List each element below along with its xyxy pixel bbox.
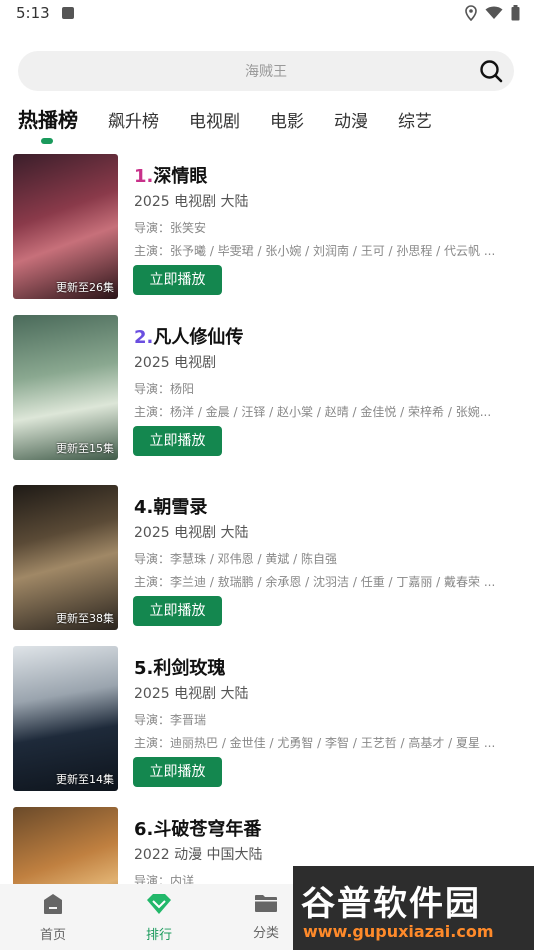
watermark-url: www.gupuxiazai.com xyxy=(303,922,494,941)
search-icon[interactable] xyxy=(478,58,504,84)
item-director: 导演：杨阳 xyxy=(134,382,195,396)
item-title: 5.利剑玫瑰 xyxy=(134,654,225,680)
diamond-icon xyxy=(147,894,171,914)
play-button[interactable]: 立即播放 xyxy=(133,426,222,456)
list-item[interactable]: 更新至26集 1.深情眼 2025 电视剧 大陆 导演：张笑安 主演：张予曦 /… xyxy=(0,154,534,300)
rank-number: 4. xyxy=(134,497,154,518)
poster-image[interactable]: 更新至38集 xyxy=(13,485,118,630)
status-bar: 5:13 xyxy=(0,0,534,28)
watermark-text: 谷普软件园 xyxy=(301,884,481,924)
rank-number: 5. xyxy=(134,658,154,679)
item-director: 导演：张笑安 xyxy=(134,221,207,235)
item-director: 导演：李慧珠 / 邓伟恩 / 黄斌 / 陈自强 xyxy=(134,552,338,566)
tab-anime[interactable]: 动漫 xyxy=(334,107,368,134)
title-text: 深情眼 xyxy=(153,166,208,187)
title-text: 凡人修仙传 xyxy=(153,327,244,348)
item-cast: 主演：李兰迪 / 敖瑞鹏 / 余承恩 / 沈羽洁 / 任重 / 丁嘉丽 / 戴春… xyxy=(134,575,496,589)
item-title: 6.斗破苍穹年番 xyxy=(134,815,261,841)
watermark: 谷普软件园 www.gupuxiazai.com xyxy=(293,866,534,950)
item-cast: 主演：迪丽热巴 / 金世佳 / 尤勇智 / 李智 / 王艺哲 / 高基才 / 夏… xyxy=(134,736,496,750)
item-meta: 2022 动漫 中国大陆 xyxy=(134,847,263,863)
tab-rising[interactable]: 飙升榜 xyxy=(108,107,159,134)
battery-icon xyxy=(511,5,520,21)
title-text: 朝雪录 xyxy=(153,497,208,518)
tab-tv[interactable]: 电视剧 xyxy=(189,107,240,134)
nav-ranking[interactable]: 排行 xyxy=(129,892,189,943)
poster-image[interactable]: 更新至15集 xyxy=(13,315,118,460)
search-placeholder: 海贼王 xyxy=(245,64,287,80)
status-time: 5:13 xyxy=(16,4,50,22)
ranking-tabs: 热播榜 飙升榜 电视剧 电影 动漫 综艺 xyxy=(18,104,462,134)
nav-home-label: 首页 xyxy=(39,928,66,943)
rank-number: 1. xyxy=(134,166,154,187)
list-item[interactable]: 更新至15集 2.凡人修仙传 2025 电视剧 导演：杨阳 主演：杨洋 / 金晨… xyxy=(0,315,534,461)
nav-category[interactable]: 分类 xyxy=(236,892,296,941)
tab-variety[interactable]: 综艺 xyxy=(398,107,432,134)
title-text: 斗破苍穹年番 xyxy=(153,819,262,840)
item-title: 4.朝雪录 xyxy=(134,493,207,519)
update-badge: 更新至15集 xyxy=(56,442,114,455)
poster-image[interactable]: 更新至14集 xyxy=(13,646,118,791)
list-item[interactable]: 更新至38集 4.朝雪录 2025 电视剧 大陆 导演：李慧珠 / 邓伟恩 / … xyxy=(0,485,534,631)
play-button[interactable]: 立即播放 xyxy=(133,596,222,626)
item-meta: 2025 电视剧 大陆 xyxy=(134,194,249,210)
play-button[interactable]: 立即播放 xyxy=(133,757,222,787)
notification-a-icon xyxy=(62,7,74,19)
item-cast: 主演：杨洋 / 金晨 / 汪铎 / 赵小棠 / 赵晴 / 金佳悦 / 荣梓希 /… xyxy=(134,405,492,419)
list-item[interactable]: 更新至14集 5.利剑玫瑰 2025 电视剧 大陆 导演：李晋瑞 主演：迪丽热巴… xyxy=(0,646,534,792)
tab-hot[interactable]: 热播榜 xyxy=(18,104,78,134)
rank-number: 2. xyxy=(134,327,154,348)
item-title: 1.深情眼 xyxy=(134,162,207,188)
tab-movie[interactable]: 电影 xyxy=(270,107,304,134)
update-badge: 更新至14集 xyxy=(56,773,114,786)
title-text: 利剑玫瑰 xyxy=(153,658,226,679)
wifi-icon xyxy=(485,6,503,19)
item-meta: 2025 电视剧 大陆 xyxy=(134,525,249,541)
item-cast: 主演：张予曦 / 毕雯珺 / 张小婉 / 刘润南 / 王可 / 孙思程 / 代云… xyxy=(134,244,496,258)
status-icons xyxy=(465,5,520,21)
nav-category-label: 分类 xyxy=(252,926,279,941)
folder-icon xyxy=(255,895,277,912)
update-badge: 更新至38集 xyxy=(56,612,114,625)
item-title: 2.凡人修仙传 xyxy=(134,323,243,349)
nav-ranking-label: 排行 xyxy=(145,928,172,943)
item-meta: 2025 电视剧 大陆 xyxy=(134,686,249,702)
item-meta: 2025 电视剧 xyxy=(134,355,217,371)
search-bar[interactable]: 海贼王 xyxy=(18,51,514,91)
rank-number: 6. xyxy=(134,819,154,840)
nav-home[interactable]: 首页 xyxy=(23,892,83,943)
item-director: 导演：李晋瑞 xyxy=(134,713,207,727)
play-button[interactable]: 立即播放 xyxy=(133,265,222,295)
update-badge: 更新至26集 xyxy=(56,281,114,294)
poster-image[interactable]: 更新至26集 xyxy=(13,154,118,299)
location-icon xyxy=(465,5,477,21)
home-icon xyxy=(44,894,62,914)
tab-indicator xyxy=(41,138,53,144)
